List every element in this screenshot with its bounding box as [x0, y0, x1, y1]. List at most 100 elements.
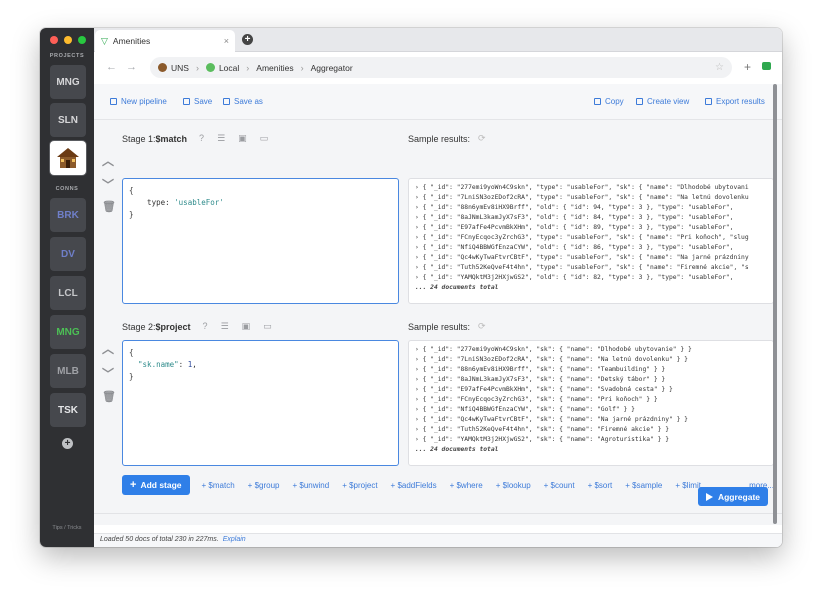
- result-row[interactable]: { "_id": "YAMQktM3j2HXjwGS2", "sk": { "n…: [415, 435, 767, 445]
- status-bar: Loaded 50 docs of total 230 in 227ms. Exp…: [94, 533, 782, 547]
- help-icon[interactable]: ?: [199, 133, 204, 144]
- close-tab-icon[interactable]: ×: [224, 36, 229, 46]
- breadcrumb-local[interactable]: Local: [205, 63, 239, 73]
- new-tab-icon[interactable]: +: [242, 34, 253, 45]
- quick-stage-sort[interactable]: + $sort: [588, 481, 613, 490]
- format-icon[interactable]: ☰: [217, 133, 225, 144]
- move-up-icon[interactable]: ︿: [102, 340, 114, 357]
- conn-tile-mng[interactable]: MNG: [50, 315, 86, 349]
- result-row[interactable]: { "_id": "YAMQktM3j2HXjwGS2", "old": { "…: [415, 273, 767, 283]
- move-down-icon[interactable]: ﹀: [102, 365, 114, 382]
- result-row[interactable]: { "_id": "Tuth52KeQveF4t4hn", "type": "u…: [415, 263, 767, 273]
- conn-tile-lcl[interactable]: LCL: [50, 276, 86, 310]
- refresh-icon[interactable]: ⟳: [478, 133, 486, 144]
- breadcrumb-aggregator[interactable]: Aggregator: [311, 63, 353, 73]
- result-row[interactable]: { "_id": "8aJNmL3kamJyX7sF3", "old": { "…: [415, 213, 767, 223]
- close-window-button[interactable]: [50, 36, 58, 44]
- explain-link[interactable]: Explain: [223, 536, 246, 543]
- zoom-window-button[interactable]: [78, 36, 86, 44]
- plus-icon: +: [130, 479, 137, 491]
- result-row[interactable]: { "_id": "E97afFe4PcvmBkXHm", "old": { "…: [415, 223, 767, 233]
- open-folder-icon[interactable]: ▭: [260, 133, 269, 144]
- delete-stage-icon[interactable]: 🗑: [102, 390, 116, 403]
- project-tile-sln[interactable]: SLN: [50, 103, 86, 137]
- save-button[interactable]: Save: [183, 97, 212, 106]
- conn-tile-dv[interactable]: DV: [50, 237, 86, 271]
- export-results-button[interactable]: Export results: [705, 97, 765, 106]
- address-bar[interactable]: UNS › Local › Amenities › Aggregator ☆: [150, 57, 732, 78]
- conn-label: MLB: [57, 365, 79, 377]
- stage-1-operator: $match: [155, 133, 188, 144]
- move-up-icon[interactable]: ︿: [102, 152, 114, 169]
- scrollbar[interactable]: [773, 84, 778, 532]
- format-icon[interactable]: ☰: [221, 321, 229, 332]
- save-stage-icon[interactable]: ▣: [238, 133, 247, 144]
- save-stage-icon[interactable]: ▣: [242, 321, 251, 332]
- result-row[interactable]: { "_id": "NfiQ4BBWGfEnzaCYW", "old": { "…: [415, 243, 767, 253]
- delete-stage-icon[interactable]: 🗑: [102, 200, 116, 213]
- export-icon: [705, 98, 712, 105]
- add-stage-button[interactable]: + Add stage: [122, 475, 190, 495]
- add-icon[interactable]: +: [744, 60, 751, 74]
- stage-2-editor[interactable]: { "sk.name": 1,}: [122, 340, 399, 466]
- editor-line: type: 'usableFor': [129, 198, 224, 207]
- add-connection-icon[interactable]: +: [62, 438, 73, 449]
- quick-stage-limit[interactable]: + $limit: [675, 481, 701, 490]
- result-row[interactable]: { "_id": "E97afFe4PcvmBkXHm", "sk": { "n…: [415, 385, 767, 395]
- sample-results-label: Sample results:: [408, 321, 471, 332]
- refresh-icon[interactable]: ⟳: [478, 321, 486, 332]
- conn-label: DV: [61, 248, 75, 260]
- conn-tile-brk[interactable]: BRK: [50, 198, 86, 232]
- result-row[interactable]: { "_id": "FCnyEcqoc3yZrchG3", "type": "u…: [415, 233, 767, 243]
- result-row[interactable]: { "_id": "Qc4wKyTwaFtvrCBtF", "type": "u…: [415, 253, 767, 263]
- quick-stage-sample[interactable]: + $sample: [625, 481, 662, 490]
- open-folder-icon[interactable]: ▭: [263, 321, 272, 332]
- result-row[interactable]: { "_id": "FCnyEcqoc3yZrchG3", "sk": { "n…: [415, 395, 767, 405]
- quick-stage-count[interactable]: + $count: [544, 481, 575, 490]
- breadcrumb-uns[interactable]: UNS: [158, 63, 189, 73]
- result-row[interactable]: { "_id": "88n6ymEv8iHX9Brff", "old": { "…: [415, 203, 767, 213]
- project-tile-active[interactable]: [50, 141, 86, 175]
- save-as-label: Save as: [234, 97, 263, 106]
- result-row[interactable]: { "_id": "Qc4wKyTwaFtvrCBtF", "sk": { "n…: [415, 415, 767, 425]
- result-row[interactable]: { "_id": "7LniSN3ozEDof2cRA", "sk": { "n…: [415, 355, 767, 365]
- forward-arrow-icon[interactable]: →: [126, 61, 137, 73]
- result-row[interactable]: { "_id": "Tuth52KeQveF4t4hn", "sk": { "n…: [415, 425, 767, 435]
- stage-2-label: Stage 2: $project ? ☰ ▣ ▭: [122, 321, 272, 332]
- minimize-window-button[interactable]: [64, 36, 72, 44]
- quick-stage-project[interactable]: + $project: [342, 481, 377, 490]
- stage-1-sample-label: Sample results: ⟳: [408, 133, 486, 144]
- stage-1-results: { "_id": "277emi9yoWn4C9skn", "type": "u…: [408, 178, 774, 304]
- save-as-button[interactable]: Save as: [223, 97, 263, 106]
- quick-stage-unwind[interactable]: + $unwind: [292, 481, 329, 490]
- help-icon[interactable]: ?: [203, 321, 208, 332]
- result-row[interactable]: { "_id": "8aJNmL3kamJyX7sF3", "sk": { "n…: [415, 375, 767, 385]
- result-row[interactable]: { "_id": "277emi9yoWn4C9skn", "sk": { "n…: [415, 345, 767, 355]
- scrollbar-thumb[interactable]: [773, 84, 777, 524]
- create-view-button[interactable]: Create view: [636, 97, 689, 106]
- aggregate-button[interactable]: Aggregate: [698, 487, 768, 506]
- conn-label: BRK: [57, 209, 79, 221]
- result-row[interactable]: { "_id": "277emi9yoWn4C9skn", "type": "u…: [415, 183, 767, 193]
- tab-amenities[interactable]: ▽ Amenities ×: [95, 30, 235, 52]
- breadcrumb-amenities[interactable]: Amenities: [256, 63, 293, 73]
- quick-stage-group[interactable]: + $group: [248, 481, 280, 490]
- copy-button[interactable]: Copy: [594, 97, 624, 106]
- move-down-icon[interactable]: ﹀: [102, 176, 114, 193]
- quick-stage-addfields[interactable]: + $addFields: [391, 481, 437, 490]
- star-icon[interactable]: ☆: [715, 62, 724, 73]
- lock-icon[interactable]: [762, 62, 771, 70]
- result-row[interactable]: { "_id": "88n6ymEv8iHX9Brff", "sk": { "n…: [415, 365, 767, 375]
- stage-1-editor[interactable]: { type: 'usableFor'}: [122, 178, 399, 304]
- project-tile-mng[interactable]: MNG: [50, 65, 86, 99]
- quick-stage-where[interactable]: + $where: [450, 481, 483, 490]
- back-arrow-icon[interactable]: ←: [106, 61, 117, 73]
- conn-tile-tsk[interactable]: TSK: [50, 393, 86, 427]
- result-row[interactable]: { "_id": "7LniSN3ozEDof2cRA", "type": "u…: [415, 193, 767, 203]
- quick-stage-match[interactable]: + $match: [202, 481, 235, 490]
- result-row[interactable]: { "_id": "NfiQ4BBWGfEnzaCYW", "sk": { "n…: [415, 405, 767, 415]
- new-pipeline-button[interactable]: New pipeline: [110, 97, 167, 106]
- quick-stage-lookup[interactable]: + $lookup: [496, 481, 531, 490]
- conn-tile-mlb[interactable]: MLB: [50, 354, 86, 388]
- tips-tricks-link[interactable]: Tips / Tricks: [40, 525, 94, 531]
